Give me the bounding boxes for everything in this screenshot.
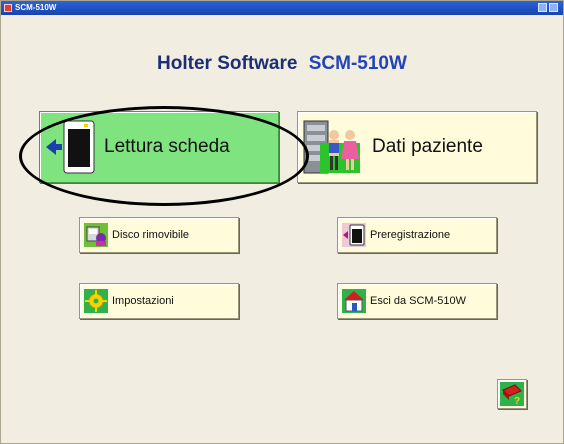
preregistration-button[interactable]: Preregistrazione (337, 217, 497, 253)
exit-button[interactable]: Esci da SCM-510W (337, 283, 497, 319)
preregistration-icon (342, 223, 366, 247)
exit-house-icon (342, 289, 366, 313)
app-window: SCM-510W Holter Software SCM-510W Lettur… (0, 0, 564, 444)
app-icon (4, 4, 12, 12)
app-title-text: Holter Software (157, 53, 298, 74)
settings-icon (84, 289, 108, 313)
card-reader-icon (44, 117, 96, 177)
close-icon[interactable] (549, 3, 558, 12)
help-book-icon: ? (500, 382, 524, 407)
svg-text:?: ? (514, 396, 520, 406)
read-card-label: Lettura scheda (104, 136, 230, 157)
patient-data-label: Dati paziente (372, 136, 483, 157)
window-title: SCM-510W (15, 3, 57, 12)
page-title: Holter Software SCM-510W (1, 53, 563, 75)
removable-disk-label: Disco rimovibile (112, 229, 190, 241)
patient-data-icon (302, 117, 364, 177)
removable-disk-icon (84, 223, 108, 247)
settings-label: Impostazioni (112, 295, 174, 307)
product-name: SCM-510W (308, 53, 407, 74)
settings-button[interactable]: Impostazioni (79, 283, 239, 319)
patient-data-button[interactable]: Dati paziente (297, 111, 537, 183)
title-bar[interactable]: SCM-510W (1, 1, 563, 15)
help-button[interactable]: ? (497, 379, 527, 409)
exit-label: Esci da SCM-510W (370, 295, 466, 307)
removable-disk-button[interactable]: Disco rimovibile (79, 217, 239, 253)
read-card-button[interactable]: Lettura scheda (39, 111, 279, 183)
restore-icon[interactable] (538, 3, 547, 12)
preregistration-label: Preregistrazione (370, 229, 451, 241)
